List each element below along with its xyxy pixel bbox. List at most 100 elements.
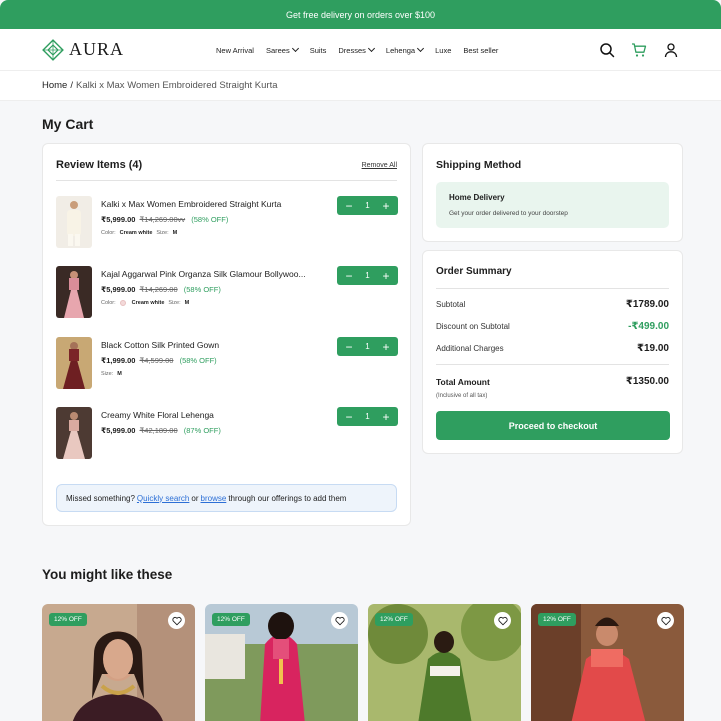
item-price: ₹5,999.00 ₹14,269.00 (58% OFF) [101, 285, 221, 294]
quantity-stepper: − 1 + [337, 337, 398, 356]
item-current-price: ₹1,999.00 [101, 356, 136, 365]
quantity-stepper: − 1 + [337, 266, 398, 285]
cart-icon[interactable] [631, 42, 647, 58]
cart-item: Black Cotton Silk Printed Gown ₹1,999.00… [56, 337, 398, 389]
nav-label: Dresses [338, 45, 366, 55]
color-label: Color: [101, 230, 116, 236]
discount-label: Discount on Subtotal [436, 322, 510, 331]
color-swatch [119, 300, 126, 306]
size-value: M [184, 300, 190, 306]
item-original-price: ₹4,599.00 [139, 356, 174, 365]
item-name[interactable]: Kalki x Max Women Embroidered Straight K… [101, 199, 281, 209]
logo[interactable]: AURA [42, 38, 125, 61]
breadcrumb: Home / Kalki x Max Women Embroidered Str… [0, 71, 721, 101]
product-card[interactable]: 12% OFF [368, 604, 521, 721]
size-label: Size: [156, 230, 169, 236]
item-price: ₹5,999.00 ₹14,269.00vv (58% OFF) [101, 215, 228, 224]
main-nav: New Arrival Sarees Suits Dresses Lehenga… [216, 29, 498, 71]
item-name[interactable]: Creamy White Floral Lehenga [101, 410, 214, 420]
review-items-card: Review Items (4) Remove All Kalki x Max … [42, 143, 411, 526]
nav-dresses[interactable]: Dresses [338, 44, 375, 55]
item-attributes: Color: Cream white Size: M [101, 300, 189, 306]
quickly-search-link[interactable]: Quickly search [137, 494, 189, 503]
item-price: ₹5,999.00 ₹42,189.00 (87% OFF) [101, 426, 221, 435]
item-discount: (58% OFF) [179, 356, 217, 365]
quantity-stepper: − 1 + [337, 407, 398, 426]
decrease-quantity-button[interactable]: − [344, 200, 354, 212]
chevron-down-icon [367, 44, 375, 53]
breadcrumb-separator: / [70, 80, 73, 91]
missed-or: or [191, 493, 199, 503]
discount-badge: 12% OFF [49, 613, 87, 626]
shipping-method-card: Shipping Method Home Delivery Get your o… [422, 143, 683, 242]
divider [436, 364, 669, 365]
product-card[interactable]: 12% OFF [42, 604, 195, 721]
shipping-title: Shipping Method [436, 159, 522, 171]
wishlist-heart-icon[interactable] [168, 612, 185, 629]
cart-item: Kalki x Max Women Embroidered Straight K… [56, 196, 398, 248]
subtotal-label: Subtotal [436, 300, 466, 309]
logo-mark-icon [42, 38, 64, 61]
recommendations-title: You might like these [42, 567, 173, 582]
user-icon[interactable] [663, 42, 679, 58]
increase-quantity-button[interactable]: + [381, 341, 391, 353]
promo-text: Get free delivery on orders over $100 [285, 9, 436, 20]
nav-suits[interactable]: Suits [310, 46, 327, 55]
total-label: Total Amount [436, 376, 490, 387]
item-discount: (58% OFF) [191, 215, 229, 224]
breadcrumb-current: Kalki x Max Women Embroidered Straight K… [75, 80, 278, 91]
nav-luxe[interactable]: Luxe [435, 46, 451, 55]
total-value: ₹1350.00 [625, 376, 669, 387]
review-header: Review Items (4) Remove All [56, 159, 397, 181]
product-thumbnail[interactable] [56, 337, 92, 389]
shipping-option-title: Home Delivery [449, 193, 505, 202]
site-header: AURA New Arrival Sarees Suits Dresses Le… [0, 29, 721, 71]
chevron-down-icon [417, 44, 425, 53]
item-name[interactable]: Black Cotton Silk Printed Gown [101, 340, 219, 350]
nav-sarees[interactable]: Sarees [266, 44, 299, 55]
product-card[interactable]: 12% OFF [531, 604, 684, 721]
decrease-quantity-button[interactable]: − [344, 270, 354, 282]
product-thumbnail[interactable] [56, 196, 92, 248]
proceed-to-checkout-button[interactable]: Proceed to checkout [436, 411, 670, 440]
nav-label: Suits [309, 45, 327, 55]
wishlist-heart-icon[interactable] [494, 612, 511, 629]
decrease-quantity-button[interactable]: − [344, 341, 354, 353]
discount-badge: 12% OFF [375, 613, 413, 626]
increase-quantity-button[interactable]: + [381, 200, 391, 212]
header-actions [599, 29, 679, 71]
wishlist-heart-icon[interactable] [657, 612, 674, 629]
product-thumbnail[interactable] [56, 266, 92, 318]
item-current-price: ₹5,999.00 [101, 215, 136, 224]
wishlist-heart-icon[interactable] [331, 612, 348, 629]
product-thumbnail[interactable] [56, 407, 92, 459]
brand-name: AURA [69, 39, 125, 59]
item-current-price: ₹5,999.00 [101, 426, 136, 435]
nav-label: Best seller [463, 45, 499, 55]
discount-row: Discount on Subtotal -₹499.00 [436, 321, 669, 332]
color-label: Color: [101, 300, 116, 306]
promo-banner: Get free delivery on orders over $100 [0, 0, 721, 29]
nav-new-arrival[interactable]: New Arrival [216, 46, 254, 55]
nav-lehenga[interactable]: Lehenga [386, 44, 425, 55]
increase-quantity-button[interactable]: + [381, 270, 391, 282]
browse-link[interactable]: browse [201, 494, 227, 503]
increase-quantity-button[interactable]: + [381, 411, 391, 423]
quantity-value: 1 [365, 271, 370, 280]
product-card[interactable]: 12% OFF [205, 604, 358, 721]
item-name[interactable]: Kajal Aggarwal Pink Organza Silk Glamour… [101, 269, 306, 279]
nav-best-seller[interactable]: Best seller [463, 46, 498, 55]
quantity-value: 1 [365, 412, 370, 421]
decrease-quantity-button[interactable]: − [344, 411, 354, 423]
charges-row: Additional Charges ₹19.00 [436, 343, 669, 354]
quantity-value: 1 [365, 201, 370, 210]
color-value: Cream white [131, 300, 165, 306]
size-label: Size: [101, 371, 114, 377]
charges-value: ₹19.00 [637, 343, 669, 354]
charges-label: Additional Charges [436, 344, 504, 353]
search-icon[interactable] [599, 42, 615, 58]
quantity-value: 1 [365, 342, 370, 351]
remove-all-button[interactable]: Remove All [362, 162, 397, 169]
breadcrumb-home[interactable]: Home [42, 80, 67, 91]
shipping-option-home-delivery[interactable]: Home Delivery Get your order delivered t… [436, 182, 669, 228]
